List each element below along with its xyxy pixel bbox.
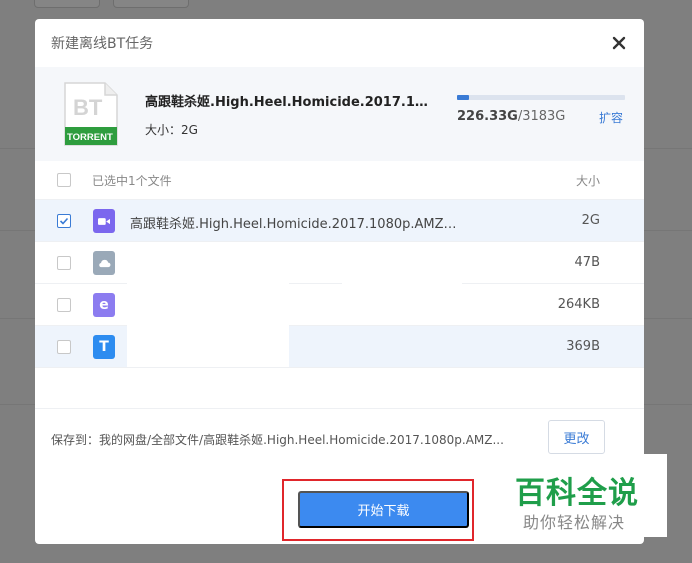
background-button-2 bbox=[113, 0, 189, 8]
file-size: 369B bbox=[566, 339, 600, 354]
close-icon[interactable] bbox=[610, 34, 628, 52]
torrent-size-value: 2G bbox=[181, 123, 198, 137]
size-column-header: 大小 bbox=[575, 173, 600, 188]
file-name: 高跟鞋杀姬.High.Heel.Homicide.2017.1080p.AMZN… bbox=[130, 217, 460, 232]
storage-usage-bar bbox=[457, 95, 625, 100]
file-list-bottom-border bbox=[35, 367, 644, 368]
storage-usage-fill bbox=[457, 95, 469, 100]
file-row[interactable]: 47B bbox=[35, 241, 644, 283]
background-button-1 bbox=[34, 0, 100, 8]
web-file-icon: e bbox=[93, 293, 115, 317]
storage-total: /3183G bbox=[517, 109, 566, 124]
file-size: 47B bbox=[574, 255, 600, 270]
expand-storage-link[interactable]: 扩容 bbox=[599, 109, 623, 126]
torrent-name: 高跟鞋杀姬.High.Heel.Homicide.2017.108... bbox=[145, 95, 430, 110]
watermark: 百科全说 助你轻松解决 bbox=[479, 454, 667, 537]
highlight-annotation-box bbox=[282, 479, 474, 541]
save-label: 保存到： bbox=[51, 433, 100, 447]
dialog-title: 新建离线BT任务 bbox=[51, 36, 154, 52]
select-all-checkbox[interactable] bbox=[57, 173, 71, 187]
torrent-icon-text: BT bbox=[73, 95, 103, 120]
selected-count-label: 已选中1个文件 bbox=[92, 173, 172, 188]
video-file-icon bbox=[93, 209, 115, 233]
save-path-value: 我的网盘/全部文件/高跟鞋杀姬.High.Heel.Homicide.2017.… bbox=[99, 433, 504, 447]
file-size: 264KB bbox=[557, 297, 600, 312]
file-size: 2G bbox=[581, 213, 600, 228]
storage-used: 226.33G bbox=[457, 109, 518, 124]
torrent-file-icon: BT TORRENT bbox=[64, 82, 118, 146]
watermark-subtitle: 助你轻松解决 bbox=[523, 513, 626, 532]
cloud-file-icon bbox=[93, 251, 115, 275]
dialog-header: 新建离线BT任务 bbox=[35, 19, 644, 67]
torrent-icon-label: TORRENT bbox=[67, 132, 113, 143]
file-list-header: 已选中1个文件 大小 bbox=[35, 162, 644, 198]
file-checkbox[interactable] bbox=[57, 340, 71, 354]
file-checkbox[interactable] bbox=[57, 298, 71, 312]
save-location-row: 保存到：我的网盘/全部文件/高跟鞋杀姬.High.Heel.Homicide.2… bbox=[35, 408, 644, 460]
save-path: 保存到：我的网盘/全部文件/高跟鞋杀姬.High.Heel.Homicide.2… bbox=[51, 431, 541, 448]
torrent-size: 大小：2G bbox=[145, 121, 198, 138]
text-file-icon: T bbox=[93, 335, 115, 359]
watermark-title: 百科全说 bbox=[515, 476, 639, 511]
redaction-block bbox=[342, 243, 462, 284]
change-location-button[interactable]: 更改 bbox=[548, 420, 605, 454]
file-checkbox[interactable] bbox=[57, 214, 71, 228]
file-checkbox[interactable] bbox=[57, 256, 71, 270]
storage-usage-text: 226.33G/3183G bbox=[457, 109, 565, 124]
file-row[interactable]: 高跟鞋杀姬.High.Heel.Homicide.2017.1080p.AMZN… bbox=[35, 199, 644, 241]
torrent-size-label: 大小： bbox=[145, 123, 182, 137]
redaction-block bbox=[127, 283, 289, 367]
